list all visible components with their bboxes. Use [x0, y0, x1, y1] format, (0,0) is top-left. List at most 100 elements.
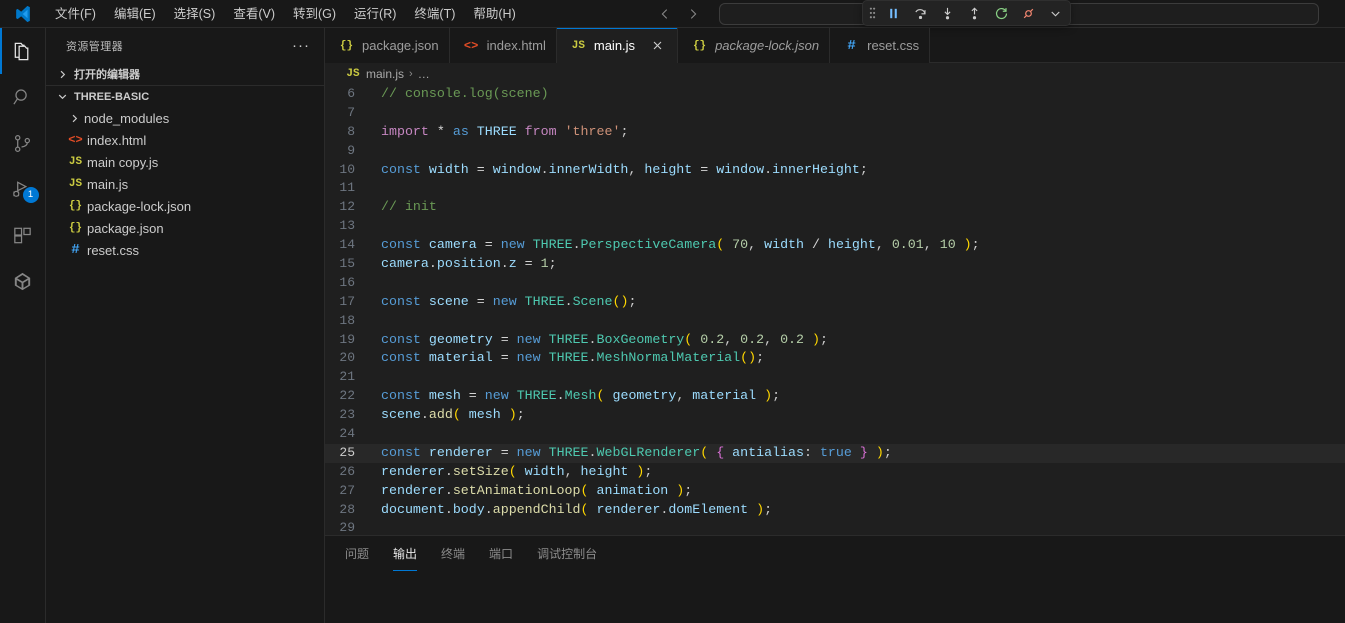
- tree-item-label: main copy.js: [85, 155, 158, 170]
- tab-label: main.js: [594, 38, 635, 53]
- chevron-right-icon: [54, 66, 70, 82]
- menu-view[interactable]: 查看(V): [224, 3, 284, 25]
- code-line: 15camera.position.z = 1;: [325, 255, 1345, 274]
- json-file-icon: {}: [337, 40, 356, 52]
- tree-item-index-html[interactable]: <> index.html: [46, 129, 324, 151]
- html-file-icon: <>: [66, 133, 85, 147]
- code-text: const mesh = new THREE.Mesh( geometry, m…: [377, 387, 780, 406]
- go-back-icon[interactable]: [653, 3, 677, 25]
- tree-item-package-lock-json[interactable]: {} package-lock.json: [46, 195, 324, 217]
- tab-bar-filler: [930, 28, 1345, 63]
- code-line: 18: [325, 312, 1345, 331]
- tab-reset-css[interactable]: # reset.css: [830, 28, 930, 63]
- code-text: const camera = new THREE.PerspectiveCame…: [377, 236, 980, 255]
- code-editor[interactable]: 6// console.log(scene)78import * as THRE…: [325, 85, 1345, 535]
- panel-tab-terminal[interactable]: 终端: [431, 536, 475, 571]
- code-line: 9: [325, 142, 1345, 161]
- menu-edit[interactable]: 编辑(E): [105, 3, 165, 25]
- go-forward-icon[interactable]: [681, 3, 705, 25]
- menu-bar: 文件(F) 编辑(E) 选择(S) 查看(V) 转到(G) 运行(R) 终端(T…: [46, 0, 525, 28]
- panel-tab-debug-console[interactable]: 调试控制台: [527, 536, 607, 571]
- tree-item-label: node_modules: [82, 111, 169, 126]
- activity-run-debug[interactable]: 1: [0, 166, 46, 212]
- tree-item-main-copy-js[interactable]: JS main copy.js: [46, 151, 324, 173]
- debug-step-into-button[interactable]: [934, 2, 960, 24]
- panel-tab-ports[interactable]: 端口: [479, 536, 523, 571]
- activity-source-control[interactable]: [0, 120, 46, 166]
- workspace-label: THREE-BASIC: [74, 91, 149, 103]
- debug-disconnect-button[interactable]: [1015, 2, 1041, 24]
- tab-index-html[interactable]: <> index.html: [450, 28, 557, 63]
- debug-restart-button[interactable]: [988, 2, 1014, 24]
- debug-toolbar: [862, 0, 1071, 26]
- line-number: 27: [325, 482, 377, 501]
- vscode-logo-icon: [0, 0, 46, 28]
- code-text: const geometry = new THREE.BoxGeometry( …: [377, 331, 828, 350]
- code-line: 11: [325, 179, 1345, 198]
- menu-run[interactable]: 运行(R): [345, 3, 405, 25]
- activity-explorer[interactable]: [0, 28, 46, 74]
- code-text: const renderer = new THREE.WebGLRenderer…: [377, 444, 892, 463]
- code-line: 17const scene = new THREE.Scene();: [325, 293, 1345, 312]
- tree-item-label: index.html: [85, 133, 146, 148]
- code-line: 27renderer.setAnimationLoop( animation )…: [325, 482, 1345, 501]
- menu-selection[interactable]: 选择(S): [165, 3, 225, 25]
- activity-extensions[interactable]: [0, 212, 46, 258]
- json-file-icon: {}: [690, 40, 709, 52]
- breadcrumb-file[interactable]: main.js: [366, 67, 404, 81]
- vscode-window: 文件(F) 编辑(E) 选择(S) 查看(V) 转到(G) 运行(R) 终端(T…: [0, 0, 1345, 623]
- tab-package-lock-json[interactable]: {} package-lock.json: [678, 28, 830, 63]
- activity-bar: 1: [0, 28, 46, 623]
- code-text: renderer.setAnimationLoop( animation );: [377, 482, 692, 501]
- menu-help[interactable]: 帮助(H): [464, 3, 524, 25]
- tree-item-package-json[interactable]: {} package.json: [46, 217, 324, 239]
- js-file-icon: JS: [569, 40, 588, 52]
- tab-package-json[interactable]: {} package.json: [325, 28, 450, 63]
- tree-item-label: package-lock.json: [85, 199, 191, 214]
- code-line: 22const mesh = new THREE.Mesh( geometry,…: [325, 387, 1345, 406]
- breadcrumb-separator-icon: ›: [409, 68, 413, 80]
- tree-item-node-modules[interactable]: node_modules: [46, 107, 324, 129]
- tab-label: reset.css: [867, 38, 919, 53]
- breadcrumb: JS main.js › …: [325, 63, 1345, 85]
- debug-more-chevron-down-icon[interactable]: [1042, 2, 1068, 24]
- navigation-arrows: [653, 3, 705, 25]
- debug-step-out-button[interactable]: [961, 2, 987, 24]
- breadcrumb-rest[interactable]: …: [418, 67, 430, 81]
- open-editors-label: 打开的编辑器: [74, 66, 140, 82]
- activity-three-js[interactable]: [0, 258, 46, 304]
- bottom-panel: 问题 输出 终端 端口 调试控制台: [325, 535, 1345, 623]
- tree-item-main-js[interactable]: JS main.js: [46, 173, 324, 195]
- code-line: 13: [325, 217, 1345, 236]
- sidebar-more-actions-icon[interactable]: ···: [292, 37, 314, 54]
- line-number: 28: [325, 501, 377, 520]
- debug-step-over-button[interactable]: [907, 2, 933, 24]
- json-file-icon: {}: [66, 200, 85, 212]
- menu-go[interactable]: 转到(G): [284, 3, 345, 25]
- editor-group: {} package.json <> index.html JS main.js: [325, 28, 1345, 623]
- tree-item-reset-css[interactable]: # reset.css: [46, 239, 324, 261]
- section-open-editors[interactable]: 打开的编辑器: [46, 63, 324, 85]
- line-number: 22: [325, 387, 377, 406]
- code-line: 24: [325, 425, 1345, 444]
- debug-pause-button[interactable]: [880, 2, 906, 24]
- chevron-right-icon: [66, 110, 82, 126]
- line-number: 10: [325, 161, 377, 180]
- code-text: import * as THREE from 'three';: [377, 123, 628, 142]
- code-text: camera.position.z = 1;: [377, 255, 557, 274]
- panel-tab-output[interactable]: 输出: [383, 536, 427, 571]
- menu-file[interactable]: 文件(F): [46, 3, 105, 25]
- code-text: const material = new THREE.MeshNormalMat…: [377, 349, 764, 368]
- grip-dots-icon[interactable]: [865, 6, 879, 21]
- section-workspace-folder[interactable]: THREE-BASIC: [46, 85, 324, 107]
- activity-search[interactable]: [0, 74, 46, 120]
- close-icon[interactable]: [647, 36, 667, 56]
- code-text: scene.add( mesh );: [377, 406, 525, 425]
- code-line: 21: [325, 368, 1345, 387]
- line-number: 15: [325, 255, 377, 274]
- code-text: renderer.setSize( width, height );: [377, 463, 652, 482]
- menu-terminal[interactable]: 终端(T): [405, 3, 464, 25]
- panel-tab-problems[interactable]: 问题: [335, 536, 379, 571]
- code-line: 6// console.log(scene): [325, 85, 1345, 104]
- tab-main-js[interactable]: JS main.js: [557, 28, 678, 63]
